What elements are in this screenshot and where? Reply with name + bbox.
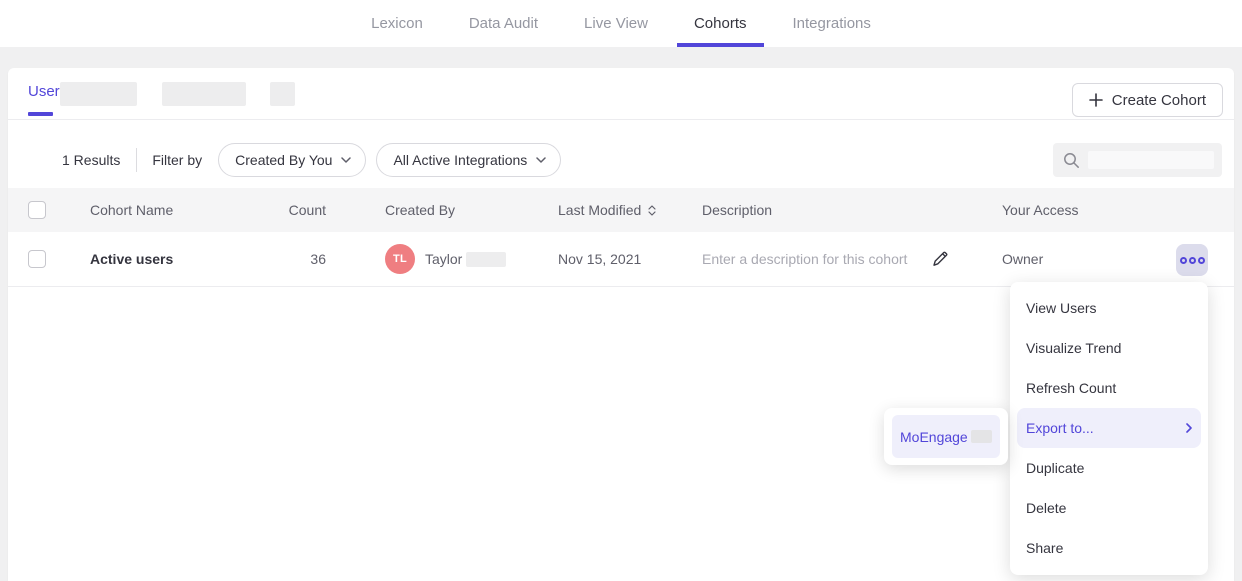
dots-icon [1180,257,1187,264]
export-to-label: Export to... [1026,420,1094,436]
cohort-context-menu: View Users Visualize Trend Refresh Count… [1010,282,1208,575]
create-cohort-button[interactable]: Create Cohort [1072,83,1223,117]
creator-name: Taylor [425,251,462,267]
pencil-icon [930,249,950,269]
search-input[interactable] [1053,143,1222,177]
cohort-count: 36 [230,232,326,286]
plus-icon [1089,93,1103,107]
created-by-cell: TL Taylor [385,232,506,286]
more-options-button[interactable] [1176,244,1208,276]
divider [136,148,137,172]
sort-icon[interactable] [648,205,656,216]
created-by-dropdown-value: Created By You [235,152,332,168]
redacted-submenu-text [971,430,992,443]
nav-tab-integrations[interactable]: Integrations [793,0,871,47]
menu-item-export-to[interactable]: Export to... [1017,408,1201,448]
nav-tab-cohorts[interactable]: Cohorts [694,0,747,47]
header-cohort-name: Cohort Name [90,188,173,232]
tab-user[interactable]: User [28,83,60,100]
chevron-down-icon [536,157,546,163]
moengage-label: MoEngage [900,429,968,445]
header-last-modified[interactable]: Last Modified [558,188,656,232]
redacted-tab-1[interactable] [60,82,137,106]
create-cohort-label: Create Cohort [1112,92,1206,109]
results-count: 1 Results [62,152,120,168]
cohort-name-link[interactable]: Active users [90,232,173,286]
integrations-dropdown[interactable]: All Active Integrations [376,143,561,177]
menu-item-duplicate[interactable]: Duplicate [1010,448,1208,488]
redacted-search-text [1088,151,1214,169]
top-nav: Lexicon Data Audit Live View Cohorts Int… [0,0,1242,47]
created-by-dropdown[interactable]: Created By You [218,143,366,177]
avatar: TL [385,244,415,274]
menu-item-share[interactable]: Share [1010,528,1208,568]
header-count: Count [230,188,326,232]
submenu-item-moengage[interactable]: MoEngage [892,415,1000,458]
row-checkbox[interactable] [28,250,46,268]
menu-item-refresh-count[interactable]: Refresh Count [1010,368,1208,408]
select-all-checkbox[interactable] [28,201,46,219]
table-header: Cohort Name Count Created By Last Modifi… [8,188,1234,232]
redacted-tab-2[interactable] [162,82,246,106]
integrations-dropdown-value: All Active Integrations [393,152,527,168]
tab-user-underline [28,112,53,116]
nav-tab-live-view[interactable]: Live View [584,0,648,47]
access-cell: Owner [1002,232,1043,286]
cohort-type-tab-bar: User Create Cohort [8,68,1234,120]
last-modified-cell: Nov 15, 2021 [558,232,641,286]
description-input[interactable]: Enter a description for this cohort [702,232,907,286]
redacted-creator-surname [466,252,506,267]
filter-by-label: Filter by [152,152,202,168]
header-your-access: Your Access [1002,188,1079,232]
header-created-by: Created By [385,188,455,232]
table-row: Active users 36 TL Taylor Nov 15, 2021 E… [8,232,1234,287]
filter-bar: 1 Results Filter by Created By You All A… [62,140,571,180]
chevron-right-icon [1186,423,1192,433]
edit-description-button[interactable] [930,249,950,269]
nav-tab-lexicon[interactable]: Lexicon [371,0,423,47]
export-submenu: MoEngage [884,408,1008,465]
menu-item-delete[interactable]: Delete [1010,488,1208,528]
menu-item-visualize-trend[interactable]: Visualize Trend [1010,328,1208,368]
redacted-tab-3[interactable] [270,82,295,106]
header-description: Description [702,188,772,232]
nav-tab-data-audit[interactable]: Data Audit [469,0,538,47]
chevron-down-icon [341,157,351,163]
menu-item-view-users[interactable]: View Users [1010,288,1208,328]
search-icon [1063,152,1080,169]
header-last-modified-label: Last Modified [558,202,641,218]
